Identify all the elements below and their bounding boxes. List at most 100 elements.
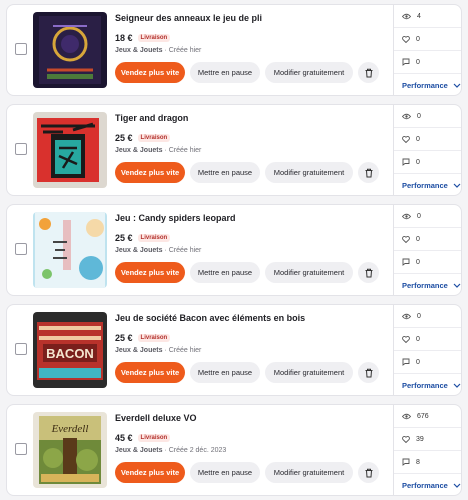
listing-price: 25 € [115, 333, 133, 343]
performance-toggle[interactable]: Performance [394, 174, 461, 195]
likes-stat: 0 [394, 128, 461, 151]
likes-count: 0 [416, 135, 420, 143]
listing-category: Jeux & Jouets [115, 247, 163, 254]
listing-title[interactable]: Seigneur des anneaux le jeu de pli [115, 13, 383, 25]
pause-button[interactable]: Mettre en pause [190, 362, 260, 383]
listing-title[interactable]: Everdell deluxe VO [115, 413, 383, 425]
chevron-down-icon [453, 383, 461, 388]
heart-icon [402, 235, 410, 243]
views-stat: 676 [394, 405, 461, 428]
boost-button[interactable]: Vendez plus vite [115, 362, 185, 383]
views-stat: 0 [394, 105, 461, 128]
listing-meta: Jeux & Jouets · Créée hier [115, 47, 383, 57]
listing-thumbnail[interactable]: Everdell [33, 412, 107, 488]
delete-button[interactable] [358, 362, 379, 383]
likes-count: 0 [416, 335, 420, 343]
chevron-down-icon [453, 183, 461, 188]
listing-meta: Jeux & Jouets · Créée 2 déc. 2023 [115, 447, 383, 457]
chevron-down-icon [453, 83, 461, 88]
listing-title[interactable]: Jeu de société Bacon avec éléments en bo… [115, 313, 383, 325]
listing-thumbnail[interactable] [33, 12, 107, 88]
edit-button[interactable]: Modifier gratuitement [265, 162, 353, 183]
listing-thumbnail[interactable] [33, 212, 107, 288]
select-checkbox[interactable] [15, 343, 27, 355]
views-stat: 0 [394, 305, 461, 328]
listing-category: Jeux & Jouets [115, 447, 163, 454]
likes-stat: 39 [394, 428, 461, 451]
pause-button[interactable]: Mettre en pause [190, 162, 260, 183]
boost-button[interactable]: Vendez plus vite [115, 162, 185, 183]
edit-button[interactable]: Modifier gratuitement [265, 462, 353, 483]
performance-toggle[interactable]: Performance [394, 274, 461, 295]
delete-button[interactable] [358, 462, 379, 483]
views-stat: 0 [394, 205, 461, 228]
listing-title[interactable]: Tiger and dragon [115, 113, 383, 125]
likes-stat: 0 [394, 228, 461, 251]
chat-icon [402, 158, 410, 166]
messages-count: 0 [416, 358, 420, 366]
shipping-badge: Livraison [137, 134, 171, 142]
performance-toggle[interactable]: Performance [394, 374, 461, 395]
edit-button[interactable]: Modifier gratuitement [265, 362, 353, 383]
eye-icon [402, 313, 411, 319]
select-checkbox[interactable] [15, 43, 27, 55]
delete-button[interactable] [358, 62, 379, 83]
listing-created: · Créée hier [162, 47, 202, 54]
eye-icon [402, 13, 411, 19]
listing-title[interactable]: Jeu : Candy spiders leopard [115, 213, 383, 225]
listing-category: Jeux & Jouets [115, 147, 163, 154]
select-checkbox[interactable] [15, 243, 27, 255]
listing-stats: 676 39 8 Performance [393, 405, 461, 495]
heart-icon [402, 135, 410, 143]
performance-label: Performance [402, 381, 448, 390]
select-checkbox[interactable] [15, 143, 27, 155]
listing-stats: 0 0 0 Performance [393, 305, 461, 395]
boost-button[interactable]: Vendez plus vite [115, 62, 185, 83]
delete-button[interactable] [358, 162, 379, 183]
chat-icon [402, 258, 410, 266]
messages-count: 8 [416, 458, 420, 466]
heart-icon [402, 335, 410, 343]
performance-toggle[interactable]: Performance [394, 74, 461, 95]
listing-stats: 4 0 0 Performance [393, 5, 461, 95]
chat-icon [402, 358, 410, 366]
select-checkbox[interactable] [15, 443, 27, 455]
views-count: 0 [417, 212, 421, 220]
likes-stat: 0 [394, 28, 461, 51]
eye-icon [402, 213, 411, 219]
listing-created: · Créée hier [162, 347, 202, 354]
likes-count: 39 [416, 435, 424, 443]
edit-button[interactable]: Modifier gratuitement [265, 62, 353, 83]
boost-button[interactable]: Vendez plus vite [115, 262, 185, 283]
messages-stat: 0 [394, 151, 461, 174]
pause-button[interactable]: Mettre en pause [190, 262, 260, 283]
views-stat: 4 [394, 5, 461, 28]
listing-meta: Jeux & Jouets · Créée hier [115, 247, 383, 257]
pause-button[interactable]: Mettre en pause [190, 462, 260, 483]
edit-button[interactable]: Modifier gratuitement [265, 262, 353, 283]
messages-stat: 8 [394, 451, 461, 474]
delete-button[interactable] [358, 262, 379, 283]
messages-count: 0 [416, 58, 420, 66]
boost-button[interactable]: Vendez plus vite [115, 462, 185, 483]
chevron-down-icon [453, 283, 461, 288]
trash-icon [365, 168, 372, 177]
pause-button[interactable]: Mettre en pause [190, 62, 260, 83]
heart-icon [402, 435, 410, 443]
listing-meta: Jeux & Jouets · Créée hier [115, 147, 383, 157]
listing-stats: 0 0 0 Performance [393, 105, 461, 195]
views-count: 0 [417, 112, 421, 120]
listing-created: · Créée 2 déc. 2023 [162, 447, 227, 454]
eye-icon [402, 413, 411, 419]
messages-stat: 0 [394, 51, 461, 74]
listing-thumbnail[interactable]: BACON [33, 312, 107, 388]
listing-thumbnail[interactable] [33, 112, 107, 188]
performance-label: Performance [402, 181, 448, 190]
listing-created: · Créée hier [162, 247, 202, 254]
shipping-badge: Livraison [137, 334, 171, 342]
performance-toggle[interactable]: Performance [394, 474, 461, 495]
messages-stat: 0 [394, 351, 461, 374]
trash-icon [365, 268, 372, 277]
listing-meta: Jeux & Jouets · Créée hier [115, 347, 383, 357]
shipping-badge: Livraison [137, 234, 171, 242]
